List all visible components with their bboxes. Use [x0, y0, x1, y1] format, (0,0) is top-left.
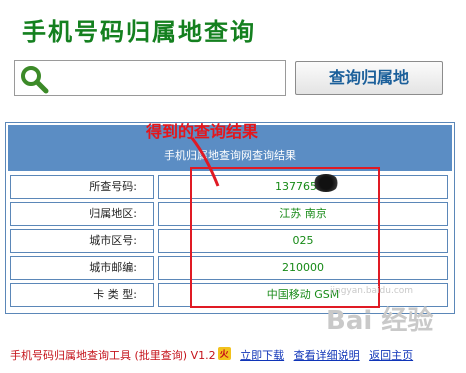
row-label: 卡 类 型:	[10, 283, 154, 307]
row-label: 城市区号:	[10, 229, 154, 253]
footer-tool-name: 手机号码归属地查询工具 (批里查询) V1.2	[10, 349, 216, 362]
query-location-button[interactable]: 查询归属地	[295, 61, 443, 95]
row-label: 所查号码:	[10, 175, 154, 199]
baidu-watermark: Bai 经验	[326, 306, 434, 336]
row-label: 归属地区:	[10, 202, 154, 226]
search-icon	[21, 66, 49, 94]
download-link[interactable]: 立即下载	[240, 349, 284, 362]
annotation-label: 得到的查询结果	[146, 122, 259, 141]
annotation-arrow-icon	[190, 137, 220, 187]
row-label: 城市邮编:	[10, 256, 154, 280]
search-input[interactable]	[55, 67, 283, 91]
home-link[interactable]: 返回主页	[369, 349, 413, 362]
result-header-text: 手机归属地查询网查询结果	[164, 149, 296, 162]
footer: 手机号码归属地查询工具 (批里查询) V1.2 火 立即下载 查看详细说明 返回主…	[10, 347, 413, 363]
watermark-url: jingyan.baidu.com	[330, 286, 414, 296]
details-link[interactable]: 查看详细说明	[294, 349, 360, 362]
hot-badge: 火	[217, 347, 231, 360]
search-box[interactable]	[14, 60, 286, 96]
page-title: 手机号码归属地查询	[22, 17, 256, 46]
